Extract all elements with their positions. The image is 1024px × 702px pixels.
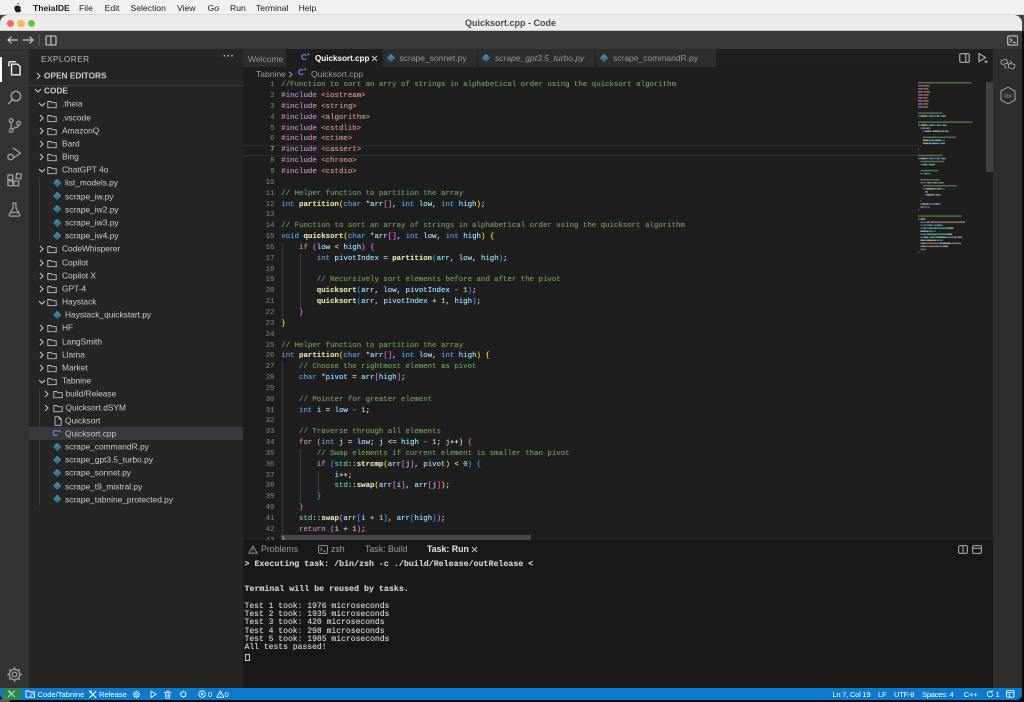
svg-text:0x: 0x — [1004, 93, 1012, 100]
